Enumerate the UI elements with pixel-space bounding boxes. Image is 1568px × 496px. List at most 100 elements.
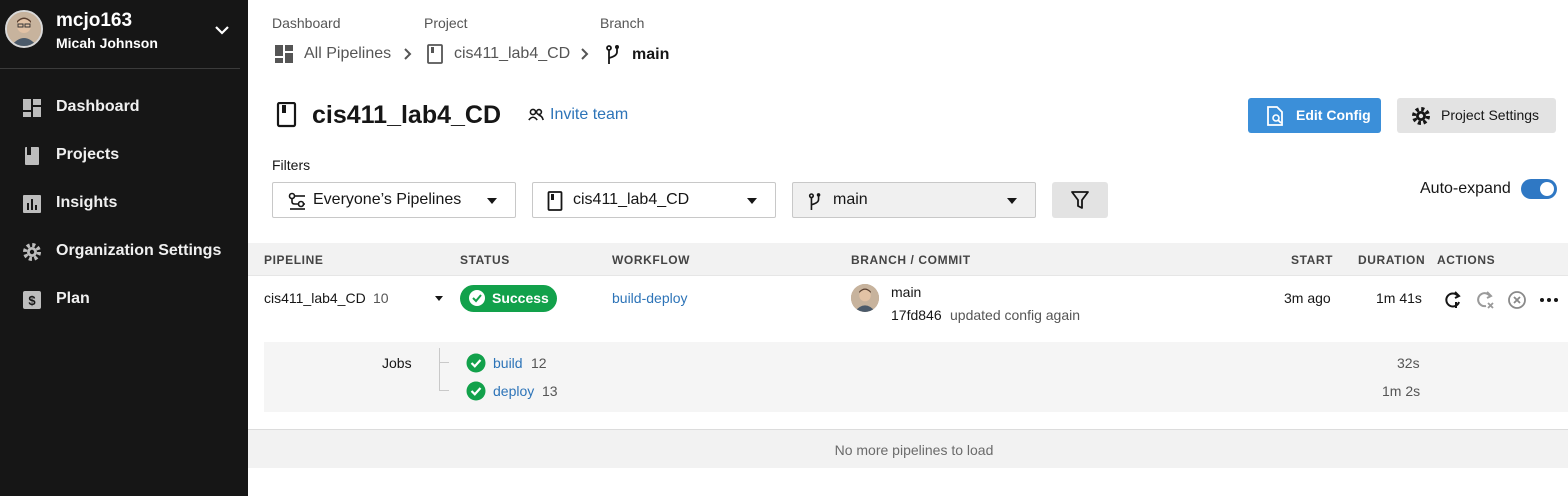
breadcrumb-item-label: All Pipelines xyxy=(304,45,392,62)
sidebar-item-insights[interactable]: Insights xyxy=(0,184,248,224)
jobs-tree-branch xyxy=(439,362,449,363)
breadcrumb-item-label: cis411_lab4_CD xyxy=(454,45,571,62)
project-settings-button[interactable]: Project Settings xyxy=(1397,98,1556,133)
column-header-branch-commit: BRANCH / COMMIT xyxy=(851,253,971,267)
status-label: Success xyxy=(492,290,549,306)
column-header-actions: ACTIONS xyxy=(1437,253,1496,267)
branch-filter-select[interactable]: main xyxy=(792,182,1036,218)
user-full-name: Micah Johnson xyxy=(56,35,158,51)
sidebar-divider xyxy=(0,68,240,69)
edit-config-label: Edit Config xyxy=(1296,107,1371,123)
no-more-pipelines-text: No more pipelines to load xyxy=(834,442,994,458)
project-icon xyxy=(427,44,443,64)
column-header-start: START xyxy=(1291,253,1334,267)
gear-icon xyxy=(1412,107,1430,125)
more-options-icon[interactable] xyxy=(1539,290,1559,310)
commit-hash[interactable]: 17fd846 xyxy=(891,307,942,323)
dashboard-icon xyxy=(23,99,41,117)
rerun-icon[interactable] xyxy=(1443,290,1463,310)
commit-message: updated config again xyxy=(950,307,1080,323)
project-filter-select[interactable]: cis411_lab4_CD xyxy=(532,182,776,218)
filters-label: Filters xyxy=(272,157,311,173)
column-header-duration: DURATION xyxy=(1358,253,1426,267)
username: mcjo163 xyxy=(56,10,133,31)
svg-text:$: $ xyxy=(28,293,36,308)
chevron-down-icon[interactable] xyxy=(212,20,232,40)
job-duration: 1m 2s xyxy=(1382,383,1421,399)
pipeline-number: 10 xyxy=(373,290,389,306)
branch-filter-value: main xyxy=(833,191,868,208)
pipelines-filter-select[interactable]: Everyone’s Pipelines xyxy=(272,182,516,218)
job-number: 12 xyxy=(531,355,547,371)
success-check-icon xyxy=(466,381,486,401)
breadcrumb-all-pipelines[interactable]: All Pipelines xyxy=(274,44,391,64)
breadcrumb-label-project: Project xyxy=(424,15,468,31)
sidebar-item-dashboard[interactable]: Dashboard xyxy=(0,88,248,128)
success-check-icon xyxy=(469,290,485,306)
pipeline-name[interactable]: cis411_lab4_CD xyxy=(264,290,366,306)
success-check-icon xyxy=(466,353,486,373)
breadcrumb-project[interactable]: cis411_lab4_CD xyxy=(426,44,570,64)
sidebar-item-label: Projects xyxy=(56,146,120,163)
sidebar-item-label: Insights xyxy=(56,194,118,211)
projects-icon xyxy=(25,147,39,165)
chevron-right-icon xyxy=(404,48,412,60)
jobs-label: Jobs xyxy=(382,355,412,371)
branch-icon xyxy=(606,45,619,64)
invite-team-label: Invite team xyxy=(550,106,629,123)
insights-icon xyxy=(23,195,41,213)
team-icon xyxy=(528,108,544,121)
auto-expand-label: Auto-expand xyxy=(1420,180,1511,197)
filter-button[interactable] xyxy=(1052,182,1108,218)
commit-author-avatar xyxy=(851,284,879,312)
cancel-icon[interactable] xyxy=(1507,290,1527,310)
sidebar: mcjo163 Micah Johnson Dashboard Projects… xyxy=(0,0,248,496)
breadcrumb-item-label: main xyxy=(632,46,670,63)
pipelines-filter-icon xyxy=(288,192,305,210)
edit-config-icon xyxy=(1267,106,1283,126)
pipelines-filter-value: Everyone’s Pipelines xyxy=(313,191,462,208)
sidebar-item-organization-settings[interactable]: Organization Settings xyxy=(0,232,248,272)
column-header-pipeline: PIPELINE xyxy=(264,253,324,267)
pipeline-duration: 1m 41s xyxy=(1376,290,1422,306)
table-footer: No more pipelines to load xyxy=(248,430,1568,468)
job-number: 13 xyxy=(542,383,558,399)
job-link-deploy[interactable]: deploy xyxy=(493,383,534,399)
sidebar-item-plan[interactable]: $ Plan xyxy=(0,280,248,320)
dashboard-icon xyxy=(275,45,293,63)
status-badge[interactable]: Success xyxy=(460,285,557,312)
caret-down-icon xyxy=(487,198,497,204)
user-avatar[interactable] xyxy=(5,10,43,48)
workflow-link[interactable]: build-deploy xyxy=(612,290,688,306)
jobs-panel xyxy=(264,342,1568,412)
invite-team-link[interactable]: Invite team xyxy=(528,106,628,124)
table-header: PIPELINE STATUS WORKFLOW BRANCH / COMMIT… xyxy=(248,243,1568,276)
commit-branch[interactable]: main xyxy=(891,284,921,300)
column-header-workflow: WORKFLOW xyxy=(612,253,691,267)
edit-config-button[interactable]: Edit Config xyxy=(1248,98,1381,133)
filter-icon xyxy=(1071,191,1089,209)
plan-icon: $ xyxy=(23,291,41,309)
jobs-tree-branch xyxy=(439,390,449,391)
auto-expand-toggle[interactable] xyxy=(1521,179,1557,199)
project-icon xyxy=(547,191,563,211)
sidebar-item-label: Organization Settings xyxy=(56,242,222,259)
sidebar-item-label: Dashboard xyxy=(56,98,140,115)
breadcrumb-branch[interactable]: main xyxy=(604,44,669,66)
pipeline-start: 3m ago xyxy=(1284,290,1331,306)
branch-icon xyxy=(808,193,821,210)
expand-caret-icon[interactable] xyxy=(435,296,443,301)
sidebar-item-label: Plan xyxy=(56,290,90,307)
job-duration: 32s xyxy=(1397,355,1420,371)
rerun-failed-icon[interactable] xyxy=(1475,290,1495,310)
job-link-build[interactable]: build xyxy=(493,355,523,371)
gear-icon xyxy=(23,243,41,261)
caret-down-icon xyxy=(1007,198,1017,204)
project-filter-value: cis411_lab4_CD xyxy=(573,191,690,208)
caret-down-icon xyxy=(747,198,757,204)
sidebar-item-projects[interactable]: Projects xyxy=(0,136,248,176)
breadcrumb-label-branch: Branch xyxy=(600,15,645,31)
column-header-status: STATUS xyxy=(460,253,510,267)
jobs-tree-line xyxy=(439,348,440,390)
chevron-right-icon xyxy=(581,48,589,60)
